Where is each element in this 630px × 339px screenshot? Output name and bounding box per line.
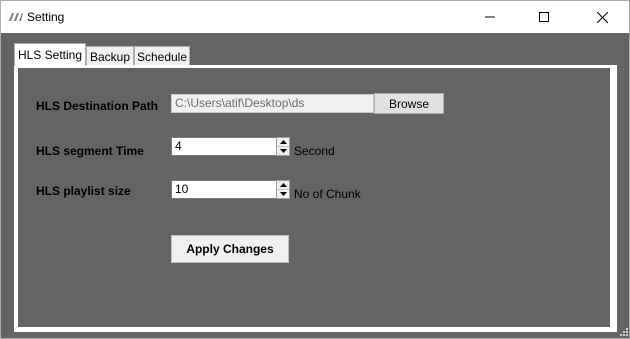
browse-button[interactable]: Browse [374,93,444,114]
tab-hls-setting[interactable]: HLS Setting [14,43,86,66]
tab-panel-hls-setting: HLS Destination Path C:\Users\atif\Deskt… [18,68,610,327]
minimize-icon [485,16,495,18]
playlist-size-label: HLS playlist size [36,184,131,198]
title-bar[interactable]: Setting [1,1,629,33]
segment-time-label: HLS segment Time [36,144,144,158]
playlist-size-spinner[interactable] [276,180,290,199]
tab-backup[interactable]: Backup [86,46,134,66]
minimize-button[interactable] [467,1,513,33]
tab-schedule[interactable]: Schedule [134,46,190,66]
playlist-size-unit: No of Chunk [294,187,361,201]
apply-changes-button[interactable]: Apply Changes [171,235,289,263]
destination-path-label: HLS Destination Path [36,99,159,113]
spin-up-icon[interactable] [277,138,289,147]
segment-time-input[interactable]: 4 [171,137,277,156]
maximize-icon [539,12,549,22]
close-button[interactable] [579,1,625,33]
spin-down-icon[interactable] [277,147,289,155]
spin-up-icon[interactable] [277,181,289,190]
app-logo-icon [9,13,23,21]
tab-panel-frame: HLS Destination Path C:\Users\atif\Deskt… [14,65,617,332]
window-title: Setting [27,10,65,24]
destination-path-field[interactable]: C:\Users\atif\Desktop\ds [171,94,374,113]
resize-grip-icon[interactable] [619,327,629,337]
settings-window: Setting HLS Setting Backup Schedule HLS … [0,0,630,339]
playlist-size-input[interactable]: 10 [171,180,277,199]
segment-time-spinner[interactable] [276,137,290,156]
spin-down-icon[interactable] [277,190,289,198]
close-icon [596,11,608,23]
segment-time-unit: Second [294,144,335,158]
maximize-button[interactable] [521,1,567,33]
